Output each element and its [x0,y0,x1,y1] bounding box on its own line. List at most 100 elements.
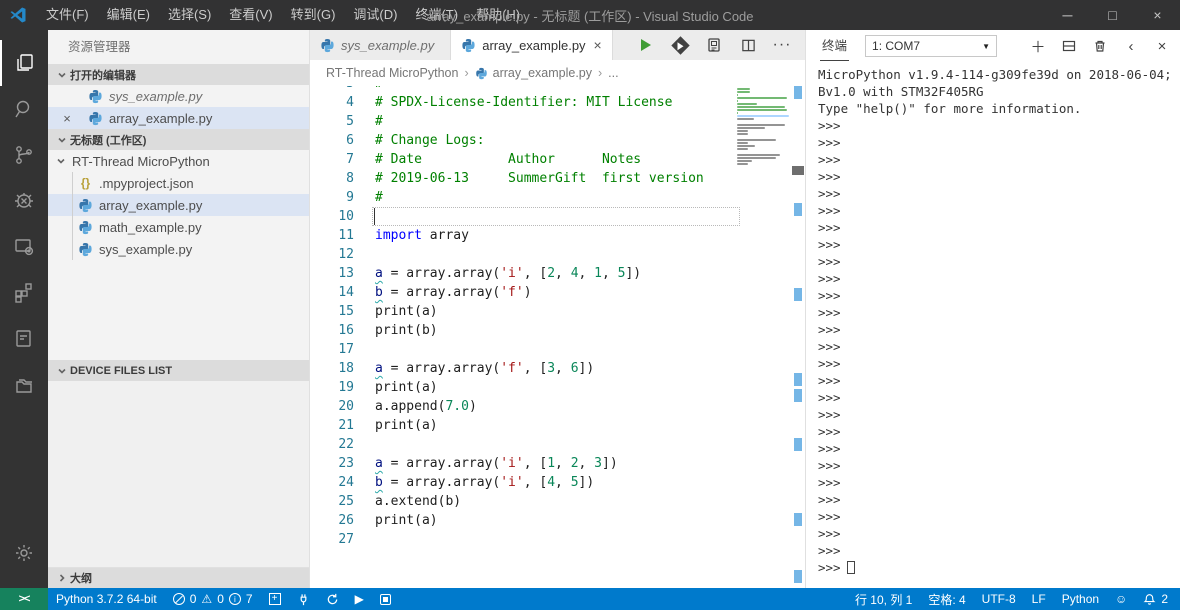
code-line-26[interactable]: 26 print(a) [310,511,805,530]
terminal-tab[interactable]: 终端 [820,31,850,61]
breadcrumb[interactable]: RT-Thread MicroPython › array_example.py… [310,60,805,86]
code-line-5[interactable]: 5 # [310,112,805,131]
dropdown-arrow-icon: ▼ [982,41,991,51]
tree-file-.mpyproject.json[interactable]: {} .mpyproject.json [48,172,309,194]
menu-选择S[interactable]: 选择(S) [159,0,220,30]
remote-device-icon[interactable] [0,224,48,270]
menu-文件F[interactable]: 文件(F) [37,0,98,30]
split-editor-button[interactable] [739,36,757,54]
workspace-header[interactable]: 无标题 (工作区) [48,129,309,150]
connect-device-button[interactable] [289,588,318,610]
search-icon[interactable] [0,86,48,132]
code-editor[interactable]: 3#4# SPDX-License-Identifier: MIT Licens… [310,86,805,588]
chevron-left-icon[interactable]: ‹ [1123,38,1139,55]
download-to-device-button[interactable] [705,36,723,54]
sync-button[interactable] [318,588,347,610]
minimap[interactable] [737,88,789,169]
tree-file-array_example.py[interactable]: array_example.py [48,194,309,216]
close-tab-icon[interactable]: × [594,37,602,53]
repl-prompt: >>> [818,526,841,541]
tree-folder-rt-thread-micropython[interactable]: RT-Thread MicroPython [48,150,309,172]
breadcrumb-folder[interactable]: RT-Thread MicroPython [326,66,458,80]
close-icon[interactable]: × [60,111,74,126]
code-line-13[interactable]: 13 a = array.array('i', [2, 4, 1, 5]) [310,264,805,283]
open-editor-item[interactable]: sys_example.py [48,85,309,107]
code-line-16[interactable]: 16 print(b) [310,321,805,340]
add-device-file-button[interactable]: + [261,588,289,610]
remote-indicator[interactable]: >< [0,588,48,610]
run-python-file-button[interactable] [637,36,655,54]
maximize-button[interactable]: □ [1090,0,1135,30]
cursor-position-status[interactable]: 行 10, 列 1 [847,588,920,610]
menu-调试D[interactable]: 调试(D) [344,0,406,30]
tree-file-math_example.py[interactable]: math_example.py [48,216,309,238]
code-line-7[interactable]: 7 # Date Author Notes [310,150,805,169]
tree-file-sys_example.py[interactable]: sys_example.py [48,238,309,260]
code-line-21[interactable]: 21 print(a) [310,416,805,435]
device-files-list-header[interactable]: DEVICE FILES LIST [48,360,309,381]
notifications-bell[interactable]: 2 [1135,588,1180,610]
code-line-24[interactable]: 24 b = array.array('i', [4, 5]) [310,473,805,492]
code-line-3[interactable]: 3# [310,86,805,93]
more-actions-button[interactable]: ··· [773,36,791,54]
open-editors-header[interactable]: 打开的编辑器 [48,64,309,85]
feedback-smiley-icon[interactable]: ☺ [1107,588,1135,610]
menu-查看V[interactable]: 查看(V) [220,0,281,30]
close-button[interactable]: × [1135,0,1180,30]
terminal-output[interactable]: MicroPython v1.9.4-114-g309fe39d on 2018… [806,62,1180,588]
breadcrumb-symbols[interactable]: ... [608,66,618,80]
debug-icon[interactable] [0,178,48,224]
python-interpreter-status[interactable]: Python 3.7.2 64-bit [48,588,165,610]
code-line-14[interactable]: 14 b = array.array('f') [310,283,805,302]
run-button[interactable]: ▶ [347,588,372,610]
code-line-27[interactable]: 27 [310,530,805,549]
terminal-selector-dropdown[interactable]: 1: COM7 ▼ [865,35,998,57]
close-panel-icon[interactable]: × [1154,38,1170,55]
code-line-23[interactable]: 23 a = array.array('i', [1, 2, 3]) [310,454,805,473]
code-line-9[interactable]: 9 # [310,188,805,207]
kill-terminal-icon[interactable] [1092,38,1108,54]
editor-scrollbar-thumb[interactable] [792,166,804,175]
notebook-icon[interactable] [0,316,48,362]
split-terminal-icon[interactable] [1061,38,1077,54]
code-line-25[interactable]: 25 a.extend(b) [310,492,805,511]
new-terminal-icon[interactable]: ＋ [1030,38,1046,56]
menu-转到G[interactable]: 转到(G) [282,0,345,30]
extensions-icon[interactable] [0,270,48,316]
code-line-6[interactable]: 6 # Change Logs: [310,131,805,150]
stop-button[interactable] [372,588,399,610]
code-line-10[interactable]: 10 [310,207,805,226]
settings-gear-icon[interactable] [0,530,48,576]
eol-status[interactable]: LF [1024,588,1054,610]
source-control-icon[interactable] [0,132,48,178]
open-editor-item-active[interactable]: × array_example.py [48,107,309,129]
device-folders-icon[interactable] [0,362,48,408]
language-mode-status[interactable]: Python [1054,588,1107,610]
code-line-20[interactable]: 20 a.append(7.0) [310,397,805,416]
explorer-icon[interactable] [0,40,48,86]
overview-info-mark [794,373,802,386]
code-line-11[interactable]: 11 import array [310,226,805,245]
code-line-19[interactable]: 19 print(a) [310,378,805,397]
code-line-22[interactable]: 22 [310,435,805,454]
indentation-status[interactable]: 空格: 4 [920,588,973,610]
code-line-17[interactable]: 17 [310,340,805,359]
outline-header[interactable]: 大纲 [48,567,309,588]
tab-sys-example[interactable]: sys_example.py [310,30,452,60]
problems-status[interactable]: 0 ⚠ 0 i7 [165,588,261,610]
menu-编辑E[interactable]: 编辑(E) [98,0,159,30]
code-line-18[interactable]: 18 a = array.array('f', [3, 6]) [310,359,805,378]
minimize-button[interactable]: ─ [1045,0,1090,30]
overview-ruler[interactable] [791,86,805,588]
code-line-12[interactable]: 12 [310,245,805,264]
code-line-8[interactable]: 8 # 2019-06-13 SummerGift first version [310,169,805,188]
tab-array-example[interactable]: array_example.py × [451,30,613,60]
breadcrumb-file[interactable]: array_example.py [475,66,592,80]
code-line-15[interactable]: 15 print(a) [310,302,805,321]
run-micropython-button[interactable] [670,35,690,55]
encoding-status[interactable]: UTF-8 [974,588,1024,610]
code-line-4[interactable]: 4 # SPDX-License-Identifier: MIT License [310,93,805,112]
menu-终端T[interactable]: 终端(T) [406,0,467,30]
line-number: 20 [338,399,354,414]
menu-帮助H[interactable]: 帮助(H) [467,0,529,30]
